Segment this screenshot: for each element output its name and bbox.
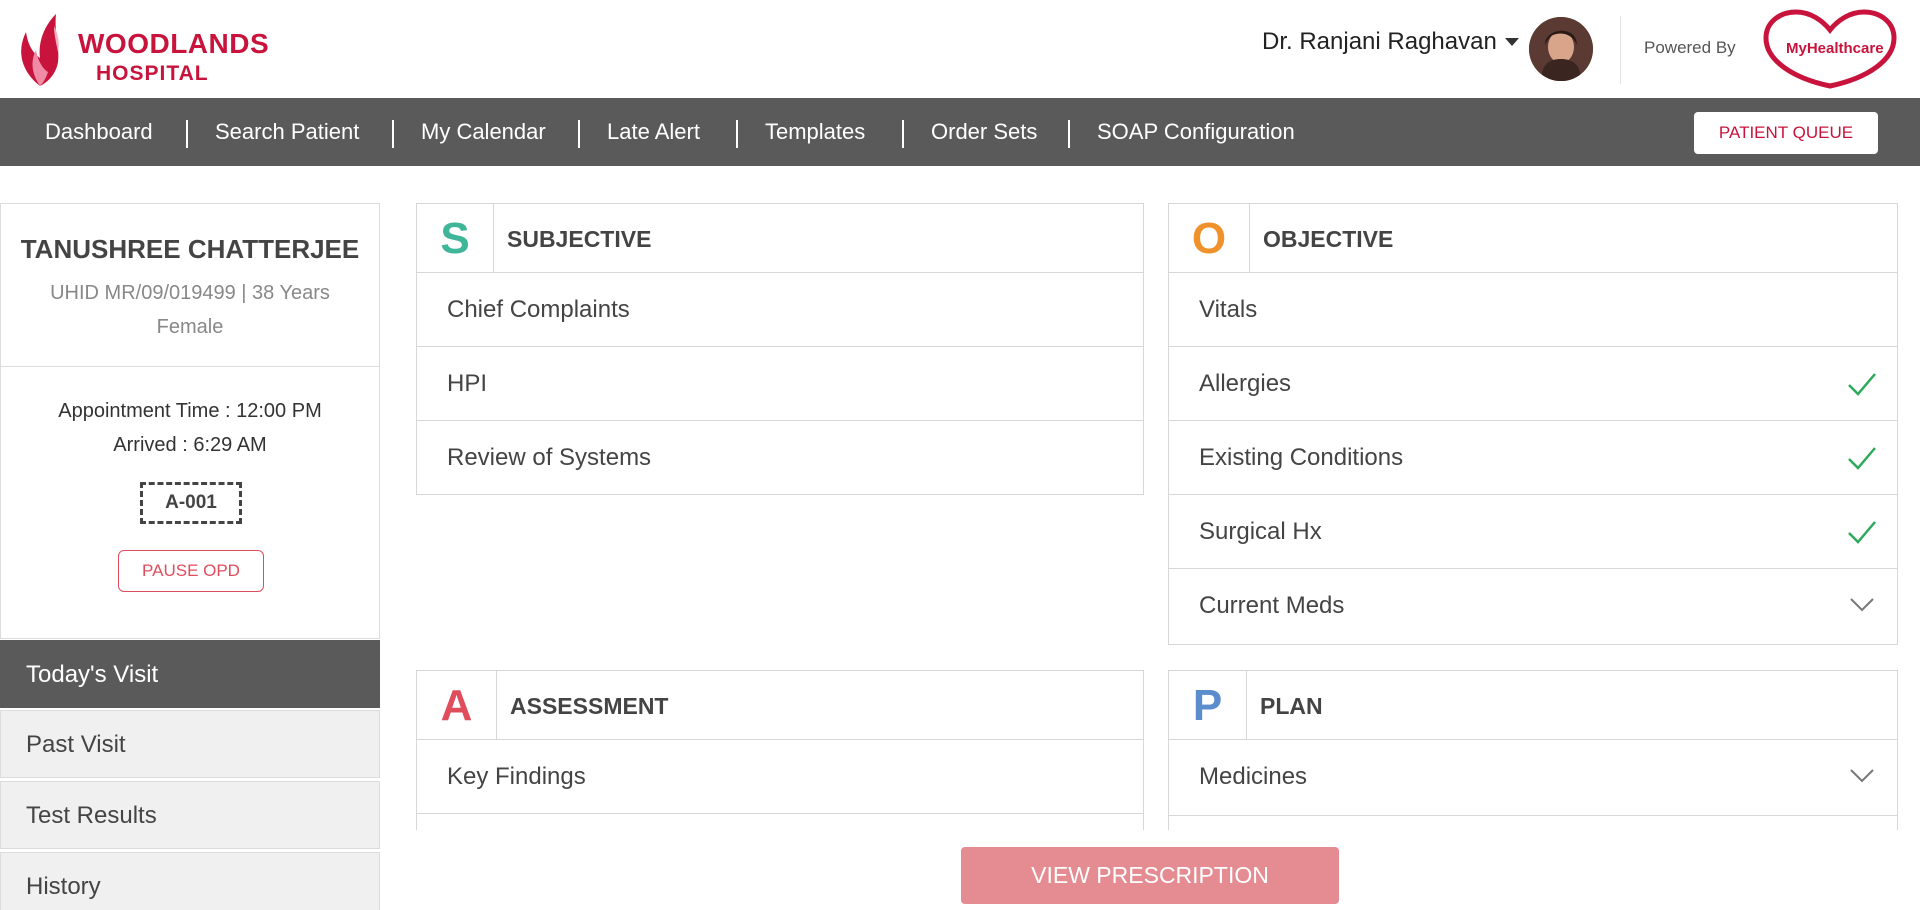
nav-soap-configuration[interactable]: SOAP Configuration (1097, 98, 1295, 166)
arrived-time: Arrived : 6:29 AM (113, 434, 267, 456)
tab-test-results[interactable]: Test Results (0, 781, 380, 849)
objective-panel: O OBJECTIVE Vitals Allergies Existing Co… (1168, 203, 1898, 645)
row-label: Allergies (1199, 370, 1292, 397)
row-label: Existing Conditions (1199, 444, 1404, 471)
row-chief-complaints[interactable]: Chief Complaints (417, 273, 1143, 347)
objective-header: O OBJECTIVE (1169, 204, 1897, 273)
powered-by-label: Powered By (1644, 38, 1736, 57)
logo-title: WOODLANDS (78, 28, 270, 59)
tab-history[interactable]: History (0, 852, 380, 910)
nav-search-patient[interactable]: Search Patient (215, 98, 359, 166)
doctor-menu[interactable]: Dr. Ranjani Raghavan (1262, 28, 1519, 56)
view-prescription-button[interactable]: VIEW PRESCRIPTION (961, 847, 1339, 904)
patient-card: TANUSHREE CHATTERJEE UHID MR/09/019499 |… (0, 203, 380, 639)
avatar[interactable] (1529, 17, 1593, 81)
flame-logo-icon (21, 14, 59, 86)
pause-opd-button[interactable]: PAUSE OPD (118, 550, 264, 592)
plan-panel: P PLAN Medicines (1168, 670, 1898, 830)
subjective-header: S SUBJECTIVE (417, 204, 1143, 273)
plan-title: PLAN (1260, 693, 1323, 719)
user-photo-icon (1529, 17, 1593, 81)
header-divider (1620, 16, 1621, 84)
hospital-logo[interactable]: WOODLANDS HOSPITAL (14, 12, 294, 86)
nav-late-alert[interactable]: Late Alert (607, 98, 700, 166)
chevron-down-icon (1850, 769, 1874, 783)
subjective-letter: S (417, 204, 494, 272)
partner-logo: MyHealthcare (1762, 8, 1898, 90)
nav-divider (186, 120, 188, 148)
row-label: Current Meds (1199, 592, 1345, 619)
nav-order-sets[interactable]: Order Sets (931, 98, 1037, 166)
appointment-time: Appointment Time : 12:00 PM (58, 400, 322, 422)
row-medicines[interactable]: Medicines (1169, 740, 1897, 816)
assessment-panel: A ASSESSMENT Key Findings (416, 670, 1144, 830)
plan-header: P PLAN (1169, 671, 1897, 740)
subjective-title: SUBJECTIVE (507, 226, 652, 252)
row-surgical-hx[interactable]: Surgical Hx (1169, 495, 1897, 569)
nav-dashboard[interactable]: Dashboard (45, 98, 153, 166)
plan-letter: P (1169, 671, 1247, 739)
assessment-letter: A (417, 671, 497, 739)
checkmark-icon (1848, 447, 1876, 470)
patient-queue-button[interactable]: PATIENT QUEUE (1694, 112, 1878, 154)
token-number: A-001 (140, 482, 242, 524)
row-review-of-systems[interactable]: Review of Systems (417, 421, 1143, 494)
objective-title: OBJECTIVE (1263, 226, 1394, 252)
row-allergies[interactable]: Allergies (1169, 347, 1897, 421)
checkmark-icon (1848, 373, 1876, 396)
checkmark-icon (1848, 521, 1876, 544)
main-nav: Dashboard Search Patient My Calendar Lat… (0, 98, 1920, 166)
appointment-info: Appointment Time : 12:00 PM Arrived : 6:… (1, 394, 379, 462)
nav-divider (902, 120, 904, 148)
row-key-findings[interactable]: Key Findings (417, 740, 1143, 814)
chevron-down-icon (1850, 598, 1874, 612)
row-vitals[interactable]: Vitals (1169, 273, 1897, 347)
nav-templates[interactable]: Templates (765, 98, 865, 166)
assessment-title: ASSESSMENT (510, 693, 669, 719)
card-divider (1, 366, 379, 367)
row-label: Medicines (1199, 763, 1308, 790)
objective-letter: O (1169, 204, 1250, 272)
app-header: WOODLANDS HOSPITAL Dr. Ranjani Raghavan … (0, 0, 1920, 98)
patient-info: UHID MR/09/019499 | 38 Years Female (50, 282, 330, 338)
row-hpi[interactable]: HPI (417, 347, 1143, 421)
nav-divider (736, 120, 738, 148)
assessment-header: A ASSESSMENT (417, 671, 1143, 740)
subjective-panel: S SUBJECTIVE Chief Complaints HPI Review… (416, 203, 1144, 495)
row-existing-conditions[interactable]: Existing Conditions (1169, 421, 1897, 495)
caret-down-icon (1504, 38, 1519, 46)
nav-my-calendar[interactable]: My Calendar (421, 98, 546, 166)
row-current-meds[interactable]: Current Meds (1169, 569, 1897, 643)
nav-divider (1068, 120, 1070, 148)
nav-divider (392, 120, 394, 148)
logo-subtitle: HOSPITAL (96, 62, 209, 85)
nav-divider (578, 120, 580, 148)
row-label: Vitals (1199, 296, 1258, 323)
row-label: Surgical Hx (1199, 518, 1322, 545)
tab-past-visit[interactable]: Past Visit (0, 710, 380, 778)
patient-name: TANUSHREE CHATTERJEE (20, 234, 360, 264)
doctor-name: Dr. Ranjani Raghavan (1262, 28, 1497, 55)
tab-todays-visit[interactable]: Today's Visit (0, 640, 380, 708)
partner-logo-text: MyHealthcare (1786, 40, 1884, 57)
